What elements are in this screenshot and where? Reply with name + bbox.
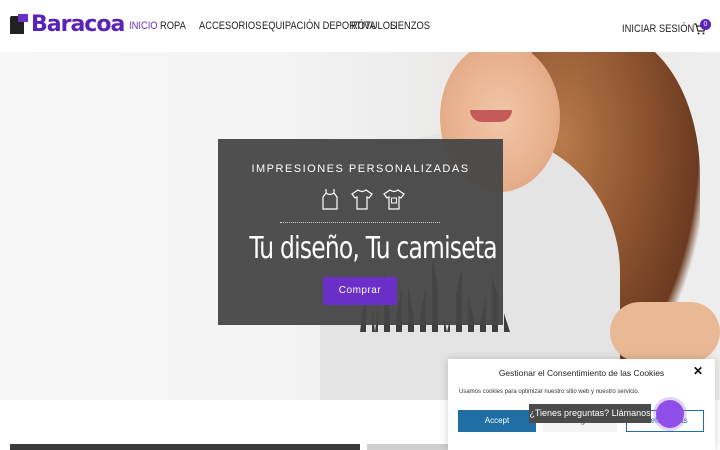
printed-tshirt-icon [383,189,405,210]
featured-card-left[interactable] [10,444,360,450]
chat-bubble-icon[interactable] [656,400,684,428]
nav-item-ropa[interactable]: ROPA [160,20,193,32]
main-nav: INICIO ROPA ACCESORIOS EQUIPACIÓN DEPORT… [129,20,430,32]
buy-button[interactable]: Comprar [323,277,397,305]
nav-item-accesorios[interactable]: ACCESORIOS [199,20,261,32]
hero-photo-hand [610,302,720,362]
hero-banner: IMPRESIONES PERSONALIZADAS Tu diseño, Tu… [0,52,720,400]
site-logo[interactable]: Baracoa [10,12,125,37]
cookie-title: Gestionar el Consentimiento de las Cooki… [498,368,665,378]
page: Baracoa INICIO ROPA ACCESORIOS EQUIPACIÓ… [0,0,720,450]
hero-headline: Tu diseño, Tu camiseta [249,231,497,266]
logo-shirt-icon [10,14,30,36]
hero-icon-row [318,187,406,211]
chat-prompt-label[interactable]: ¿Tienes preguntas? Llámanos [529,404,651,423]
login-link[interactable]: INICIAR SESIÓN [622,23,694,35]
tank-top-icon [322,189,338,210]
tshirt-icon [351,189,373,210]
accept-cookies-button[interactable]: Accept [458,410,536,432]
nav-item-inicio[interactable]: INICIO [129,20,158,32]
site-header: Baracoa INICIO ROPA ACCESORIOS EQUIPACIÓ… [0,0,720,52]
nav-item-lienzos[interactable]: LIENZOS [390,20,430,32]
hero-photo-smile [470,110,512,122]
close-icon[interactable]: ✕ [693,365,705,377]
cart-count-badge: 0 [700,19,711,30]
nav-item-equipacion-deportiva[interactable]: EQUIPACIÓN DEPORTIVA [262,20,376,32]
cookie-description: Usamos cookies para optimizar nuestro si… [459,389,640,395]
nav-item-rotulos[interactable]: RÓTULOS [351,20,396,32]
hero-subtitle: IMPRESIONES PERSONALIZADAS [251,163,470,175]
hero-divider [280,222,440,223]
hero-overlay-panel: IMPRESIONES PERSONALIZADAS Tu diseño, Tu… [218,139,503,325]
logo-text: Baracoa [31,12,125,37]
